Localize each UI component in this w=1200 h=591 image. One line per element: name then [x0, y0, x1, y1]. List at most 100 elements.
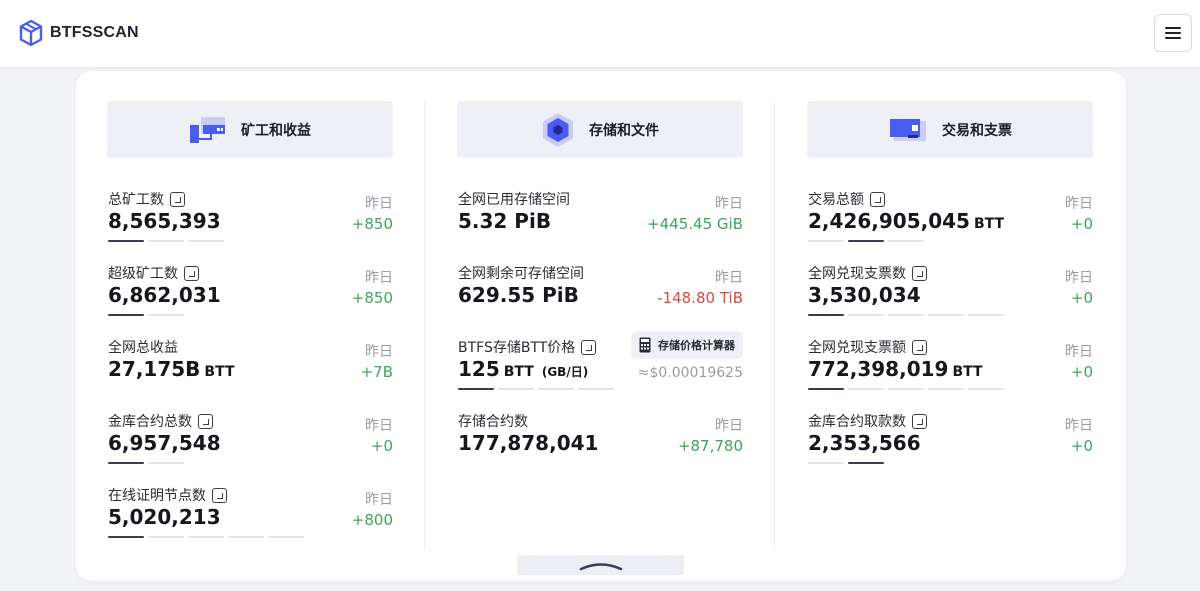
- stat-value-group: 8,565,393: [108, 209, 221, 233]
- pager-dash[interactable]: [848, 314, 884, 316]
- stat-value: 177,878,041: [458, 431, 599, 455]
- expand-info-icon[interactable]: [212, 487, 227, 503]
- pager-dash[interactable]: [928, 314, 964, 316]
- pager-dash[interactable]: [188, 240, 224, 242]
- stat-row: 全网兑现支票额 772,398,019 BTT 昨日 +0: [807, 333, 1093, 407]
- expand-info-icon[interactable]: [912, 339, 927, 355]
- pager-dash[interactable]: [888, 388, 924, 390]
- yesterday-label: 昨日: [715, 418, 743, 434]
- pager-dash[interactable]: [848, 240, 884, 242]
- stat-row: 总矿工数 8,565,393 昨日 +850: [107, 185, 393, 259]
- stat-value-group: 2,353,566: [808, 431, 921, 455]
- pager-dash[interactable]: [108, 536, 144, 538]
- yesterday-label: 昨日: [1065, 196, 1093, 212]
- pager-dash[interactable]: [108, 240, 144, 242]
- column-header: 存储和文件: [457, 101, 743, 158]
- stat-label-group: 总矿工数: [108, 189, 185, 209]
- miner-icon: [190, 116, 225, 143]
- stat-value-group: 125 BTT (GB/日): [458, 357, 588, 381]
- chart-pager: [108, 314, 184, 316]
- expand-info-icon[interactable]: [912, 265, 927, 281]
- pager-dash[interactable]: [808, 314, 844, 316]
- stat-row: 交易总额 2,426,905,045 BTT 昨日 +0: [807, 185, 1093, 259]
- pager-dash[interactable]: [148, 536, 184, 538]
- pager-dash[interactable]: [808, 462, 844, 464]
- usd-price: ≈$0.00019625: [637, 365, 743, 381]
- pager-dash[interactable]: [108, 314, 144, 316]
- expand-info-icon[interactable]: [170, 191, 185, 207]
- pager-dash[interactable]: [228, 536, 264, 538]
- chart-pager: [108, 536, 304, 538]
- brand-name: BTFSSCAN: [50, 24, 139, 41]
- yesterday-delta: +0: [1070, 215, 1093, 233]
- yesterday-delta: +445.45 GiB: [647, 215, 743, 233]
- brand-logo[interactable]: BTFSSCAN: [18, 18, 139, 48]
- stat-value-group: 3,530,034: [808, 283, 921, 307]
- menu-button[interactable]: [1154, 14, 1192, 52]
- stat-value-group: 5,020,213: [108, 505, 221, 529]
- stat-label-group: 超级矿工数: [108, 263, 199, 283]
- stat-label-group: 在线证明节点数: [108, 485, 227, 505]
- pager-dash[interactable]: [888, 240, 924, 242]
- stat-value-group: 6,862,031: [108, 283, 221, 307]
- chart-pager: [808, 462, 884, 464]
- pager-dash[interactable]: [148, 462, 184, 464]
- pager-dash[interactable]: [148, 314, 184, 316]
- column-title: 交易和支票: [942, 122, 1012, 139]
- yesterday-label: 昨日: [365, 418, 393, 434]
- stat-value: 27,175B: [108, 357, 201, 381]
- pager-dash[interactable]: [808, 388, 844, 390]
- chart-pager: [808, 240, 924, 242]
- stat-label: 金库合约总数: [108, 414, 192, 430]
- pager-dash[interactable]: [808, 240, 844, 242]
- stat-label: 在线证明节点数: [108, 488, 206, 504]
- pager-dash[interactable]: [888, 314, 924, 316]
- pager-dash[interactable]: [498, 388, 534, 390]
- stat-row: 全网总收益 27,175B BTT 昨日 +7B: [107, 333, 393, 407]
- expand-info-icon[interactable]: [198, 413, 213, 429]
- stat-row: 存储合约数 177,878,041 昨日 +87,780: [457, 407, 743, 481]
- stat-label: 超级矿工数: [108, 266, 178, 282]
- expand-info-icon[interactable]: [184, 265, 199, 281]
- stat-row: BTFS存储BTT价格 125 BTT (GB/日) 存储价格计算器 ≈$0.000196…: [457, 331, 743, 407]
- pager-dash[interactable]: [968, 388, 1004, 390]
- stat-value-group: 5.32 PiB: [458, 209, 551, 233]
- pager-dash[interactable]: [268, 536, 304, 538]
- stat-label: 全网兑现支票额: [808, 340, 906, 356]
- pager-dash[interactable]: [578, 388, 614, 390]
- pager-dash[interactable]: [538, 388, 574, 390]
- stat-label-group: 全网总收益: [108, 337, 178, 357]
- stat-value: 2,426,905,045: [808, 209, 970, 233]
- column-divider: [774, 101, 775, 549]
- pager-dash[interactable]: [928, 388, 964, 390]
- yesterday-delta: +800: [351, 511, 393, 529]
- pager-dash[interactable]: [968, 314, 1004, 316]
- expand-info-icon[interactable]: [912, 413, 927, 429]
- expand-info-icon[interactable]: [870, 191, 885, 207]
- column-mining: 矿工和收益 总矿工数 8,565,393 昨日 +850 超级矿工数 6,862,031 昨…: [107, 101, 393, 555]
- collapse-button[interactable]: [517, 555, 684, 575]
- pager-dash[interactable]: [108, 462, 144, 464]
- pager-dash[interactable]: [848, 388, 884, 390]
- pager-dash[interactable]: [188, 536, 224, 538]
- yesterday-label: 昨日: [715, 270, 743, 286]
- stat-label-group: 存储合约数: [458, 411, 528, 431]
- stat-row: 金库合约取款数 2,353,566 昨日 +0: [807, 407, 1093, 481]
- pager-dash[interactable]: [458, 388, 494, 390]
- yesterday-delta: +0: [370, 437, 393, 455]
- top-bar: BTFSSCAN: [0, 0, 1200, 67]
- pager-dash[interactable]: [848, 462, 884, 464]
- price-calculator-button[interactable]: 存储价格计算器: [631, 331, 743, 359]
- stat-label: 交易总额: [808, 192, 864, 208]
- pager-dash[interactable]: [148, 240, 184, 242]
- yesterday-delta: -148.80 TiB: [657, 289, 743, 307]
- calculator-icon: [639, 337, 651, 353]
- column-title: 矿工和收益: [241, 122, 311, 139]
- expand-info-icon[interactable]: [581, 339, 597, 355]
- stat-label-group: 全网已用存储空间: [458, 189, 570, 209]
- yesterday-label: 昨日: [715, 196, 743, 212]
- chart-pager: [108, 240, 224, 242]
- stat-value: 8,565,393: [108, 209, 221, 233]
- yesterday-label: 昨日: [365, 492, 393, 508]
- stat-label-group: 全网兑现支票数: [808, 263, 927, 283]
